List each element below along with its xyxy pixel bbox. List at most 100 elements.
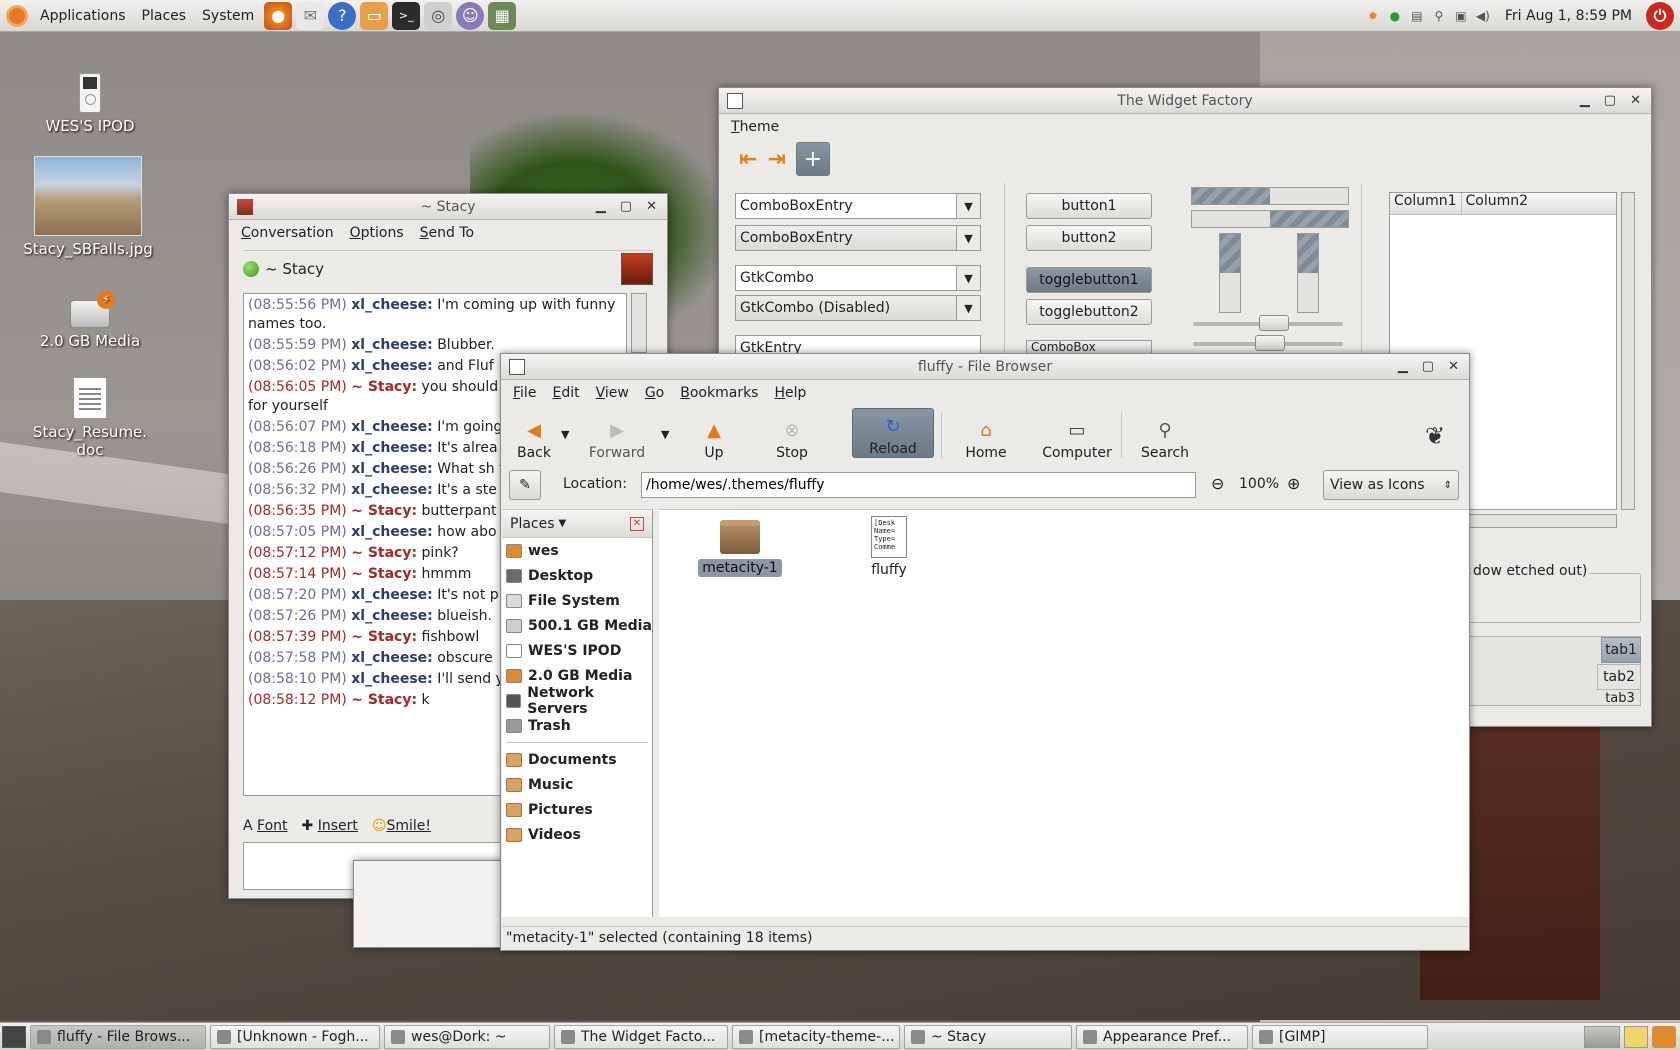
sidebar-bookmark[interactable]: Documents	[502, 747, 652, 772]
vertical-scrollbar[interactable]	[631, 293, 647, 353]
sidebar-bookmark[interactable]: Music	[502, 772, 652, 797]
sidebar-place[interactable]: File System	[502, 588, 652, 613]
maximize-icon[interactable]: ▢	[1422, 359, 1434, 374]
minimize-icon[interactable]: ▁	[1580, 93, 1590, 108]
trash-icon[interactable]	[1652, 1025, 1676, 1048]
menu-theme[interactable]: Theme	[723, 119, 787, 135]
search-tray-icon[interactable]: ⚲	[1431, 8, 1447, 24]
workspace-switcher[interactable]	[1584, 1025, 1620, 1048]
tab-3[interactable]: tab3	[1599, 691, 1641, 703]
sidebar-bookmark[interactable]: Pictures	[502, 797, 652, 822]
close-icon[interactable]: ✕	[1448, 359, 1459, 374]
forward-history-dropdown[interactable]: ▼	[661, 428, 669, 441]
column-header[interactable]: Column2	[1462, 193, 1533, 214]
sidebar-bookmark[interactable]: Videos	[502, 822, 652, 847]
forward-button[interactable]: ▶ Forward	[581, 409, 653, 461]
taskbar-button[interactable]: fluffy - File Brows...	[30, 1024, 206, 1049]
close-icon[interactable]: ✕	[1630, 93, 1641, 108]
taskbar-button[interactable]: ~ Stacy	[904, 1024, 1072, 1049]
home-button[interactable]: ⌂ Home	[959, 409, 1013, 461]
sidebar-place[interactable]: Trash	[502, 713, 652, 738]
togglebutton2[interactable]: togglebutton2	[1026, 299, 1152, 325]
taskbar-button[interactable]: [Unknown - Fogh...	[210, 1024, 380, 1049]
zoom-in-icon[interactable]: ⊕	[1287, 474, 1300, 493]
window-menu-icon[interactable]	[727, 92, 743, 109]
goto-last-icon[interactable]: ⇥	[767, 147, 785, 172]
taskbar-button[interactable]: [metacity-theme-...	[732, 1024, 900, 1049]
stop-button[interactable]: ⊗ Stop	[767, 409, 817, 461]
sidebar-place[interactable]: wes	[502, 538, 652, 563]
zoom-out-icon[interactable]: ⊖	[1211, 474, 1224, 493]
taskbar-button[interactable]: The Widget Facto...	[554, 1024, 728, 1049]
chevron-down-icon[interactable]: ▼	[956, 194, 980, 218]
desktop-icon-photo[interactable]: Stacy_SBFalls.jpg	[18, 156, 158, 258]
chat-titlebar[interactable]: ~ Stacy ▁ ▢ ✕	[229, 194, 667, 220]
taskbar-button[interactable]: Appearance Pref...	[1076, 1024, 1248, 1049]
combobox[interactable]: ComboBox	[1026, 340, 1152, 354]
menu-view[interactable]: View	[588, 385, 637, 401]
sidebar-header[interactable]: Places ▼ ✕	[502, 510, 652, 538]
clipboard-icon[interactable]: ▤	[1409, 8, 1425, 24]
minimize-icon[interactable]: ▁	[596, 199, 606, 214]
menu-file[interactable]: File	[505, 385, 544, 401]
goto-first-icon[interactable]: ⇤	[739, 147, 757, 172]
smile-button[interactable]: ☺Smile!	[372, 818, 431, 834]
chevron-down-icon[interactable]: ▼	[956, 266, 980, 290]
clock[interactable]: Fri Aug 1, 8:59 PM	[1497, 8, 1640, 24]
status-online-icon[interactable]: ●	[1387, 8, 1403, 24]
desktop-icon-usb-drive[interactable]: ⚡ 2.0 GB Media	[20, 291, 160, 350]
sidebar-place[interactable]: Network Servers	[502, 685, 652, 717]
slider-handle[interactable]	[1255, 335, 1285, 351]
font-button[interactable]: A Font	[243, 818, 288, 834]
togglebutton1[interactable]: togglebutton1	[1026, 267, 1152, 293]
file-manager-launcher-icon[interactable]: ▭	[360, 1, 389, 30]
menu-applications[interactable]: Applications	[32, 0, 134, 32]
network-icon[interactable]: ▣	[1453, 8, 1469, 24]
reload-button[interactable]: ↻ Reload	[852, 408, 934, 458]
volume-icon[interactable]: ◀)	[1475, 8, 1491, 24]
gtkcombo[interactable]: GtkCombo ▼	[735, 265, 981, 291]
window-menu-icon[interactable]	[509, 358, 525, 375]
file-item-folder[interactable]: metacity-1	[695, 520, 785, 577]
desktop-icon-document[interactable]: Stacy_Resume. doc	[20, 377, 160, 459]
menu-send-to[interactable]: Send To	[412, 225, 482, 241]
maximize-icon[interactable]: ▢	[1604, 93, 1616, 108]
column-header[interactable]: Column1	[1390, 193, 1462, 214]
menu-help[interactable]: Help	[766, 385, 814, 401]
up-button[interactable]: ▲ Up	[693, 409, 735, 461]
desktop-icon-ipod[interactable]: WES'S IPOD	[20, 73, 160, 135]
view-mode-select[interactable]: View as Icons ⇕	[1323, 470, 1459, 500]
taskbar-button[interactable]: [GIMP]	[1252, 1024, 1428, 1049]
menu-go[interactable]: Go	[637, 385, 672, 401]
comboboxentry-1[interactable]: ComboBoxEntry ▼	[735, 193, 981, 219]
firefox-launcher-icon[interactable]: ●	[264, 1, 293, 30]
toggle-location-button[interactable]: ✎	[509, 470, 541, 500]
update-notifier-icon[interactable]: ✹	[1365, 8, 1381, 24]
terminal-launcher-icon[interactable]: >_	[392, 1, 421, 30]
minimize-icon[interactable]: ▁	[1398, 359, 1408, 374]
menu-places[interactable]: Places	[134, 0, 195, 32]
file-item-text[interactable]: [Desk Name= Type= Comme fluffy	[849, 516, 929, 578]
maximize-icon[interactable]: ▢	[620, 199, 632, 214]
help-launcher-icon[interactable]: ?	[328, 1, 357, 30]
file-browser-titlebar[interactable]: fluffy - File Browser ▁ ▢ ✕	[501, 354, 1469, 380]
slider-handle[interactable]	[1259, 315, 1289, 331]
insert-button[interactable]: ✚ Insert	[302, 818, 358, 834]
search-button[interactable]: ⚲ Search	[1133, 409, 1197, 461]
button2[interactable]: button2	[1026, 225, 1152, 251]
tab-1[interactable]: tab1	[1601, 637, 1641, 663]
pidgin-launcher-icon[interactable]: ☺	[456, 1, 485, 30]
close-icon[interactable]: ✕	[646, 199, 657, 214]
menu-conversation[interactable]: Conversation	[233, 225, 342, 241]
icon-view[interactable]: metacity-1 [Desk Name= Type= Comme fluff…	[659, 509, 1469, 917]
menu-bookmarks[interactable]: Bookmarks	[672, 385, 766, 401]
show-desktop-icon[interactable]	[2, 1025, 26, 1048]
back-history-dropdown[interactable]: ▼	[561, 428, 569, 441]
computer-button[interactable]: ▭ Computer	[1039, 409, 1115, 461]
button1[interactable]: button1	[1026, 193, 1152, 219]
mail-launcher-icon[interactable]: ✉	[296, 1, 325, 30]
pidgin-icon[interactable]	[237, 198, 253, 215]
close-sidebar-icon[interactable]: ✕	[630, 516, 644, 531]
vertical-scrollbar[interactable]	[1621, 192, 1635, 510]
buddy-avatar[interactable]	[621, 252, 653, 285]
